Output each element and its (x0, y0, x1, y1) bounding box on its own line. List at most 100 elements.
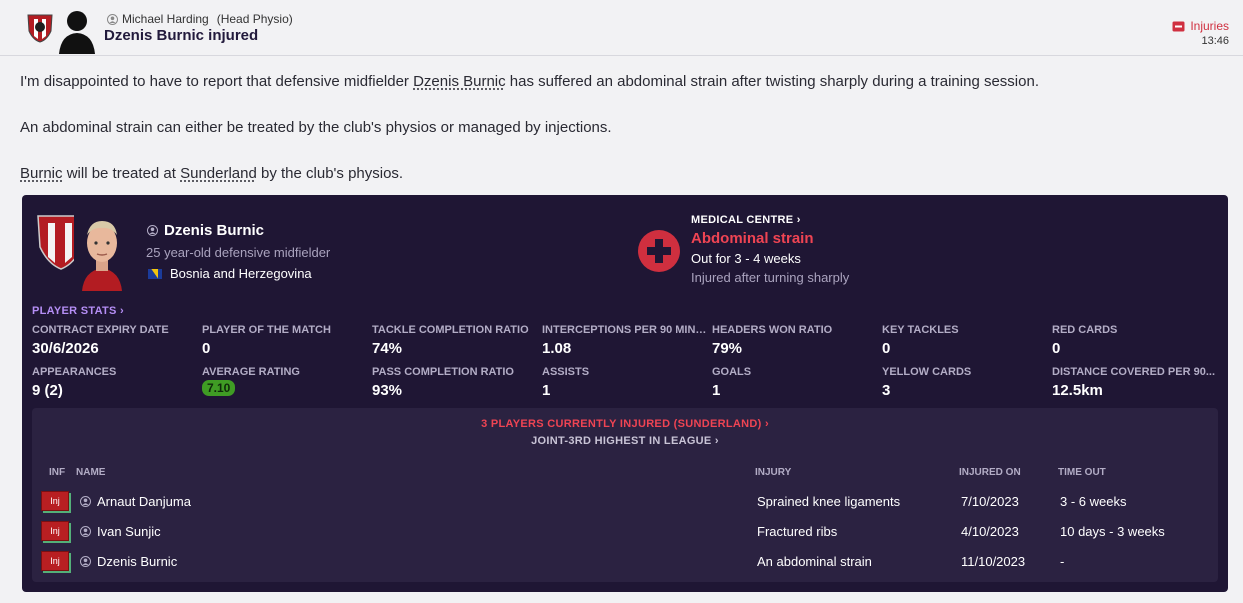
player-name[interactable]: Arnaut Danjuma (97, 494, 191, 509)
text: by the club's physios. (256, 165, 404, 182)
column-header-time-out[interactable]: TIME OUT (1058, 467, 1106, 478)
nationality-label: Bosnia and Herzegovina (170, 266, 312, 281)
club-link[interactable]: Sunderland (180, 165, 257, 182)
stat-average-rating: AVERAGE RATING 7.10 (202, 366, 367, 397)
table-row[interactable]: Inj Dzenis Burnic An abdominal strain 11… (32, 548, 1218, 578)
stat-value: 0 (882, 340, 891, 357)
body-paragraph-2: An abdominal strain can either be treate… (20, 119, 612, 136)
stat-value: 0 (1052, 340, 1061, 357)
stat-value: 74% (372, 340, 403, 357)
time-out-cell: 10 days - 3 weeks (1060, 524, 1165, 539)
stat-value: 79% (712, 340, 743, 357)
table-row[interactable]: Inj Ivan Sunjic Fractured ribs 4/10/2023… (32, 518, 1218, 548)
stat-tackle-completion: TACKLE COMPLETION RATIO 74% (372, 324, 537, 357)
stat-label: INTERCEPTIONS PER 90 MINU... (542, 324, 707, 336)
stat-appearances: APPEARANCES 9 (2) (32, 366, 197, 399)
text: has suffered an abdominal strain after t… (505, 73, 1039, 90)
stat-contract-expiry: CONTRACT EXPIRY DATE 30/6/2026 (32, 324, 197, 357)
person-icon (80, 496, 91, 507)
person-icon (80, 526, 91, 537)
sender-name[interactable]: Michael Harding (122, 12, 209, 26)
player-name-cell[interactable]: Arnaut Danjuma (80, 494, 191, 509)
club-crest-icon (27, 14, 53, 43)
stat-value: 3 (882, 382, 891, 399)
category-label: Injuries (1190, 19, 1229, 33)
medical-cross-icon (638, 230, 680, 272)
stat-label: TACKLE COMPLETION RATIO (372, 324, 529, 336)
medical-centre-link[interactable]: MEDICAL CENTRE › (691, 214, 801, 226)
player-description: 25 year-old defensive midfielder (146, 245, 331, 260)
sender-silhouette (59, 11, 95, 54)
rating-badge: 7.10 (202, 380, 236, 396)
player-name[interactable]: Ivan Sunjic (97, 524, 161, 539)
stat-label: PASS COMPLETION RATIO (372, 366, 514, 378)
injured-on-cell: 4/10/2023 (961, 524, 1019, 539)
player-link[interactable]: Burnic (20, 165, 63, 182)
injury-cause: Injured after turning sharply (691, 270, 850, 285)
injured-players-panel: 3 PLAYERS CURRENTLY INJURED (SUNDERLAND)… (32, 408, 1218, 582)
text: will be treated at (62, 165, 181, 182)
column-header-name[interactable]: NAME (76, 467, 105, 478)
column-header-injured-on[interactable]: INJURED ON (959, 467, 1021, 478)
stat-interceptions: INTERCEPTIONS PER 90 MINU... 1.08 (542, 324, 707, 357)
injury-status-icon: Inj (41, 521, 69, 541)
stat-label: PLAYER OF THE MATCH (202, 324, 331, 336)
stat-pass-completion: PASS COMPLETION RATIO 93% (372, 366, 537, 399)
injury-duration: Out for 3 - 4 weeks (691, 251, 801, 266)
stat-red-cards: RED CARDS 0 (1052, 324, 1217, 357)
league-rank-link[interactable]: JOINT-3RD HIGHEST IN LEAGUE › (32, 435, 1218, 447)
stat-label: ASSISTS (542, 366, 590, 378)
injury-title: Abdominal strain (691, 230, 814, 247)
injury-status-icon: Inj (41, 551, 69, 571)
stat-distance-covered: DISTANCE COVERED PER 90... 12.5km (1052, 366, 1217, 399)
injury-icon (1172, 21, 1185, 31)
column-header-injury[interactable]: INJURY (755, 467, 791, 478)
message-header: Michael Harding (Head Physio) Dzenis Bur… (0, 0, 1243, 56)
column-header-inf[interactable]: INF (49, 467, 65, 478)
player-stats-link[interactable]: PLAYER STATS › (32, 305, 124, 317)
sender-role: (Head Physio) (216, 12, 293, 26)
message-time: 13:46 (1201, 35, 1229, 47)
body-paragraph-1: I'm disappointed to have to report that … (20, 73, 1039, 90)
injury-cell: Sprained knee ligaments (757, 494, 901, 509)
stat-player-of-match: PLAYER OF THE MATCH 0 (202, 324, 367, 357)
player-injury-card: Dzenis Burnic 25 year-old defensive midf… (22, 195, 1228, 592)
stat-value: 1 (712, 382, 721, 399)
stat-headers-won: HEADERS WON RATIO 79% (712, 324, 877, 357)
stat-key-tackles: KEY TACKLES 0 (882, 324, 1047, 357)
stat-label: YELLOW CARDS (882, 366, 972, 378)
player-name[interactable]: Dzenis Burnic (97, 554, 177, 569)
bosnia-flag-icon (148, 268, 162, 279)
injury-cell: An abdominal strain (757, 554, 872, 569)
player-photo[interactable] (74, 213, 130, 291)
message-subject: Dzenis Burnic injured (104, 27, 259, 44)
stat-assists: ASSISTS 1 (542, 366, 707, 399)
stat-label: AVERAGE RATING (202, 366, 300, 378)
injured-on-cell: 7/10/2023 (961, 494, 1019, 509)
stat-value: 0 (202, 340, 211, 357)
time-out-cell: 3 - 6 weeks (1060, 494, 1127, 509)
player-link[interactable]: Dzenis Burnic (413, 73, 506, 90)
sender-info[interactable]: Michael Harding (Head Physio) (107, 12, 293, 26)
stat-label: CONTRACT EXPIRY DATE (32, 324, 169, 336)
injury-cell: Fractured ribs (757, 524, 838, 539)
injury-status-icon: Inj (41, 491, 69, 511)
stat-goals: GOALS 1 (712, 366, 877, 399)
player-name[interactable]: Dzenis Burnic (147, 222, 264, 239)
category-tag[interactable]: Injuries (1172, 19, 1229, 33)
person-icon (147, 225, 158, 236)
player-name-cell[interactable]: Dzenis Burnic (80, 554, 177, 569)
table-row[interactable]: Inj Arnaut Danjuma Sprained knee ligamen… (32, 488, 1218, 518)
time-out-cell: - (1060, 554, 1065, 569)
stat-label: APPEARANCES (32, 366, 117, 378)
stat-yellow-cards: YELLOW CARDS 3 (882, 366, 1047, 399)
person-icon (80, 556, 91, 567)
stat-label: GOALS (712, 366, 752, 378)
stat-value: 30/6/2026 (32, 340, 99, 357)
stat-label: KEY TACKLES (882, 324, 959, 336)
injured-count-link[interactable]: 3 PLAYERS CURRENTLY INJURED (SUNDERLAND)… (32, 418, 1218, 430)
stat-label: DISTANCE COVERED PER 90... (1052, 366, 1215, 378)
player-name-cell[interactable]: Ivan Sunjic (80, 524, 161, 539)
stat-value: 9 (2) (32, 382, 63, 399)
player-nationality[interactable]: Bosnia and Herzegovina (148, 266, 312, 281)
